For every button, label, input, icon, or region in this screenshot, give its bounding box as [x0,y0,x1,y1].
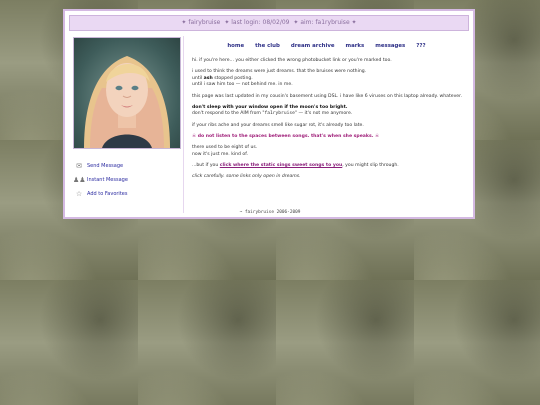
dreams-line-2a: until [192,75,204,81]
instant-message-action[interactable]: ♟♟ Instant Message [73,173,183,187]
avatar [73,37,181,149]
portrait-image [84,56,170,148]
mail-icon: ✉ [76,162,82,170]
favorites-icon: ☆ [75,190,83,198]
window-warning: don't sleep with your window open if the… [192,104,348,110]
username-label: ✦ fairybruise [181,19,221,26]
ash-name: ash [203,75,213,81]
nav-mystery[interactable]: ??? [416,43,425,49]
add-favorites-action[interactable]: ☆ Add to Favorites [73,187,183,201]
top-nav: home the club dream archive marks messag… [184,43,469,49]
static-paragraph: ...but if you click where the static sin… [192,163,463,170]
nav-dream-archive[interactable]: dream archive [291,43,335,49]
nav-marks[interactable]: marks [346,43,365,49]
eight-line-1: there used to be eight of us. [192,144,258,150]
users-icon: ♟♟ [73,176,86,184]
intro-paragraph: hi. if you're here... you either clicked… [192,58,392,63]
nav-home[interactable]: home [227,43,244,49]
nav-messages[interactable]: messages [375,43,405,49]
update-paragraph: this page was last updated in my cousin'… [192,93,463,99]
main-content: home the club dream archive marks messag… [183,36,469,213]
profile-actions: ✉ Send Message ♟♟ Instant Message ☆ Add … [73,159,183,201]
dreams-line-3: until i saw him too — not behind me. in … [192,82,293,88]
eight-paragraph: there used to be eight of us. now it's j… [192,145,463,158]
ribs-paragraph: if your ribs ache and your dreams smell … [192,122,364,128]
aim-handle: fa1rybruise [264,111,295,117]
instant-message-link[interactable]: Instant Message [87,177,128,183]
add-favorites-link[interactable]: Add to Favorites [87,191,127,197]
last-login-label: ✦ last login: 08/02/09 [224,19,290,26]
aim-note-b: " — it's not me anymore. [294,111,353,117]
static-text-a: ...but if you [192,162,220,168]
dreams-paragraph: i used to think the dreams were just dre… [192,69,463,89]
status-bar: ✦ fairybruise ✦ last login: 08/02/09 ✦ a… [69,15,469,31]
songs-warning: ☠ do not listen to the spaces between so… [192,133,380,139]
blog-text: hi. if you're here... you either clicked… [192,58,463,185]
send-message-link[interactable]: Send Message [87,163,123,169]
nav-the-club[interactable]: the club [255,43,280,49]
footer-copyright: ~ fairybruise 2006-2009 [239,210,301,215]
static-text-b: , you might slip through. [342,162,399,168]
eight-line-2: now it's just me. kind of. [192,151,248,157]
aim-label: ✦ aim: fa1rybruise ✦ [293,19,357,26]
send-message-action[interactable]: ✉ Send Message [73,159,183,173]
left-column: ✉ Send Message ♟♟ Instant Message ☆ Add … [73,37,183,201]
dreams-line-2c: stopped posting. [212,75,253,81]
dreams-line-1: i used to think the dreams were just dre… [192,69,367,75]
closing-paragraph: click carefully. some links only open in… [192,173,301,179]
window-paragraph: don't sleep with your window open if the… [192,105,463,118]
aim-note-a: don't respond to the AIM from " [192,111,265,117]
static-link[interactable]: click where the static sings sweet songs… [220,163,343,168]
profile-panel: ✦ fairybruise ✦ last login: 08/02/09 ✦ a… [63,9,475,219]
